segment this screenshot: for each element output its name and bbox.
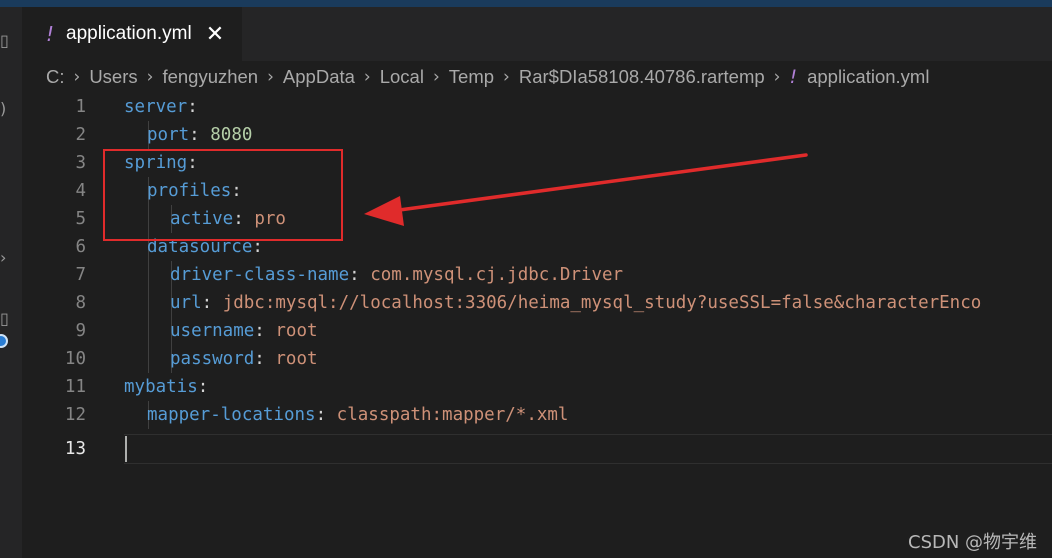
annotation-arrow	[364, 153, 808, 226]
watermark: CSDN @物宇维	[908, 532, 1038, 553]
